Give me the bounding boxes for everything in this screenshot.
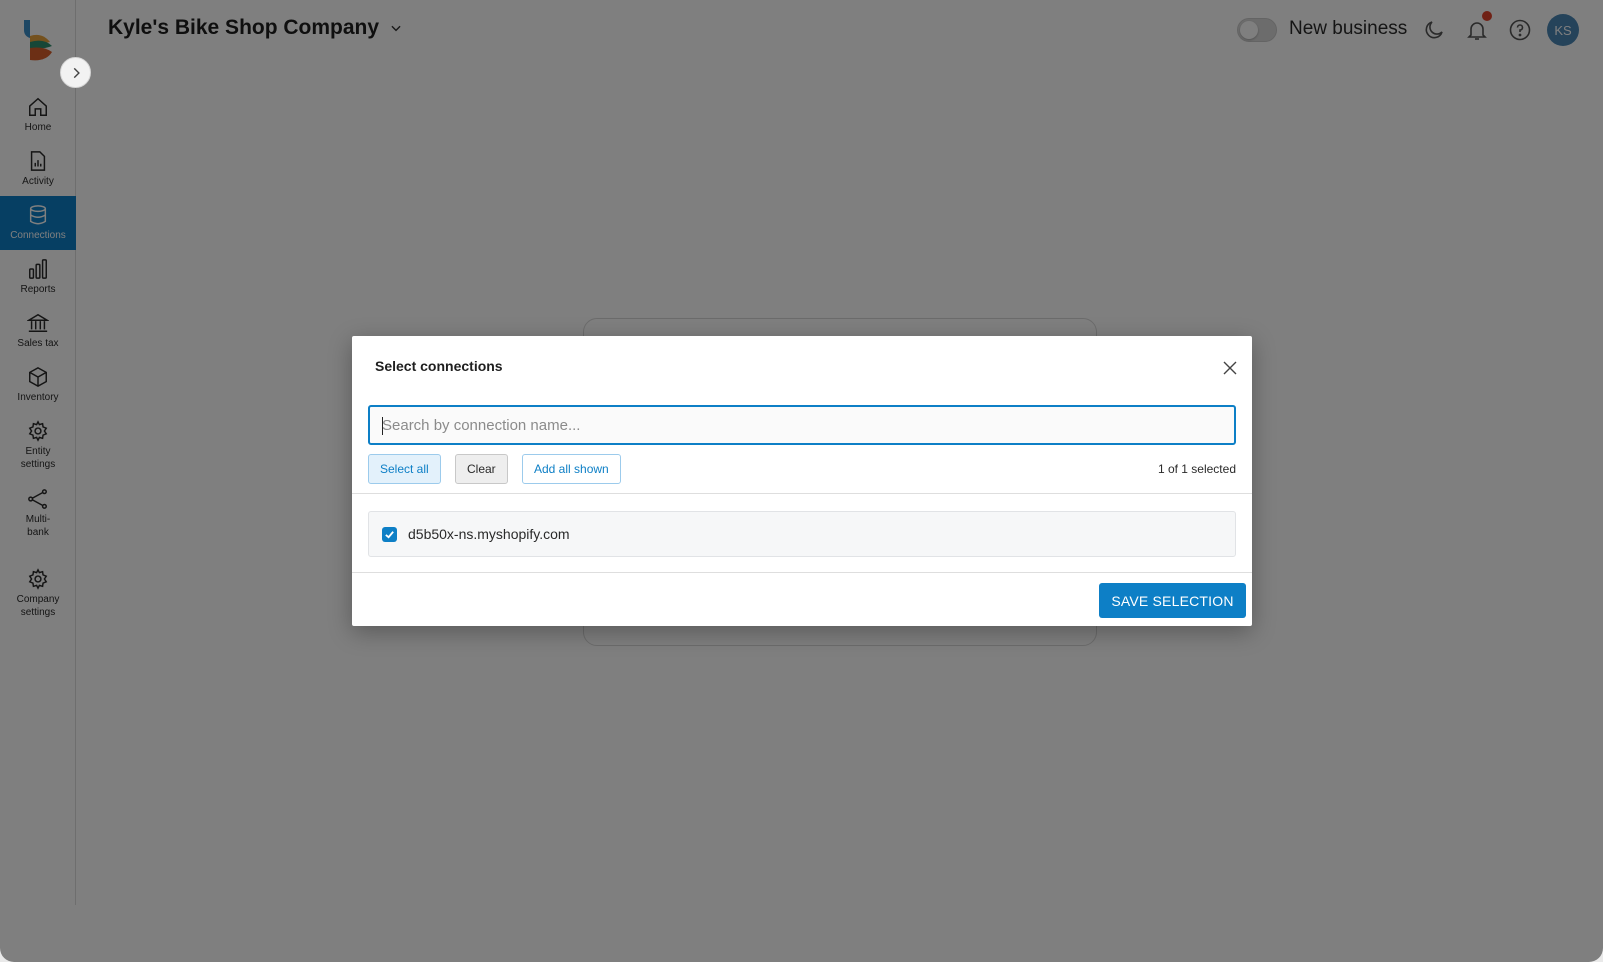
search-input[interactable] (368, 405, 1236, 445)
selected-count: 1 of 1 selected (1157, 462, 1236, 476)
save-selection-button[interactable]: SAVE SELECTION (1099, 583, 1246, 618)
text-cursor (382, 417, 383, 435)
add-all-shown-button[interactable]: Add all shown (522, 454, 621, 484)
dialog-title: Select connections (375, 358, 503, 374)
select-connections-dialog: Select connections Select all Clear Add … (352, 336, 1252, 626)
close-icon[interactable] (1222, 360, 1238, 376)
checkmark-icon (385, 530, 394, 539)
connection-checkbox[interactable] (382, 526, 397, 542)
connection-name: d5b50x-ns.myshopify.com (408, 526, 570, 542)
clear-button[interactable]: Clear (455, 454, 508, 484)
list-item[interactable]: d5b50x-ns.myshopify.com (368, 511, 1236, 557)
connection-list: d5b50x-ns.myshopify.com (352, 493, 1252, 573)
sidebar-expand-button[interactable] (60, 57, 91, 88)
chevron-right-icon (73, 67, 80, 78)
select-all-button[interactable]: Select all (368, 454, 441, 484)
